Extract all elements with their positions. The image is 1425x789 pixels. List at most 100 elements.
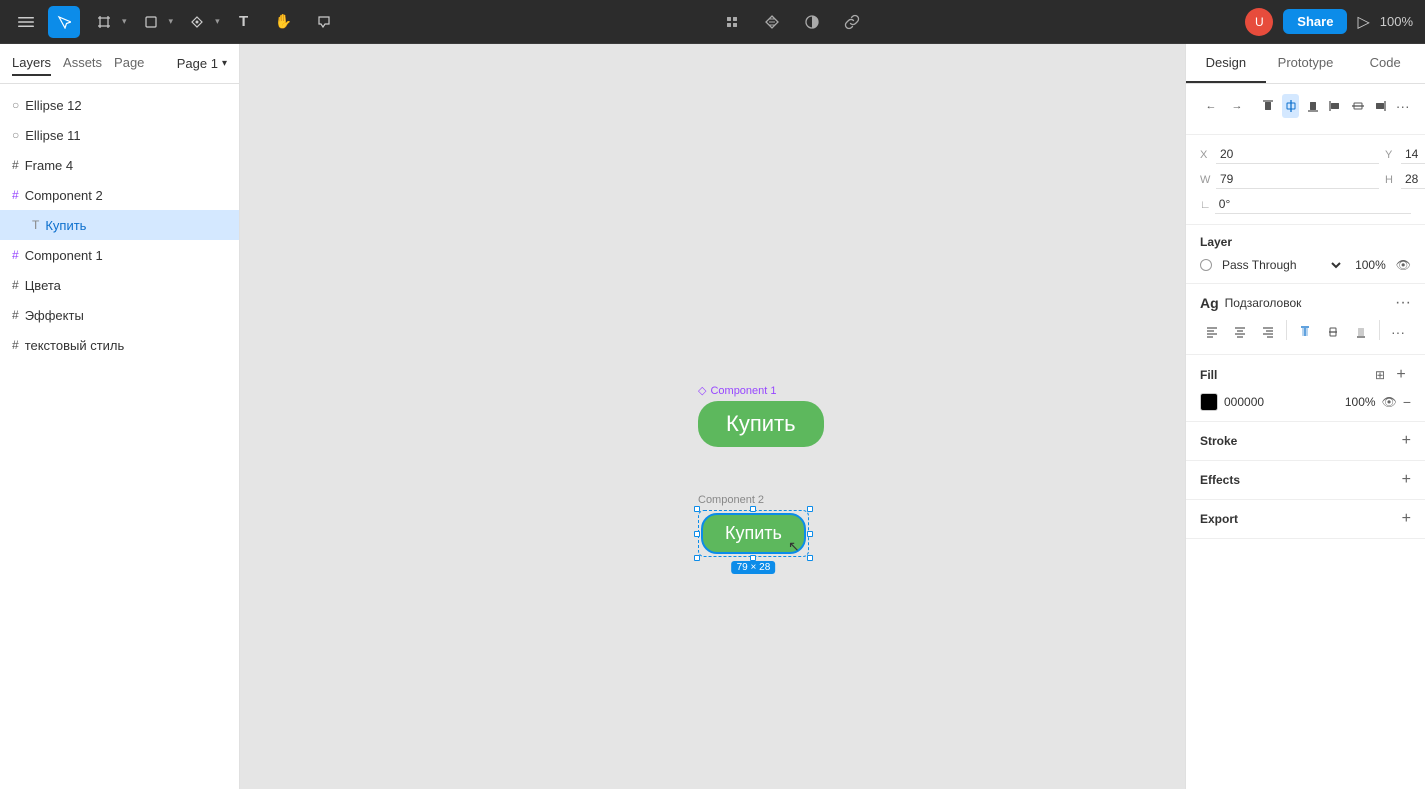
- text-align-right[interactable]: [1256, 320, 1280, 344]
- component2-button[interactable]: Купить: [701, 513, 806, 554]
- page-selector[interactable]: Page 1 ▾: [177, 56, 227, 71]
- y-label: Y: [1385, 149, 1397, 161]
- align-center-h[interactable]: [1282, 94, 1298, 118]
- nav-forward[interactable]: →: [1226, 95, 1248, 117]
- tab-layers[interactable]: Layers: [12, 51, 51, 76]
- fill-color-swatch[interactable]: [1200, 393, 1218, 411]
- layer-section-title: Layer: [1200, 235, 1411, 249]
- h-label: H: [1385, 174, 1397, 186]
- align-right[interactable]: [1372, 94, 1388, 118]
- comment-tool[interactable]: [308, 6, 340, 38]
- pen-tool[interactable]: [181, 6, 213, 38]
- text-align-left[interactable]: [1200, 320, 1224, 344]
- tab-assets[interactable]: Assets: [63, 51, 102, 76]
- link-icon[interactable]: [836, 6, 868, 38]
- component1-button[interactable]: Купить: [698, 401, 824, 447]
- menu-icon[interactable]: [12, 8, 40, 36]
- tab-design[interactable]: Design: [1186, 44, 1266, 83]
- angle-input[interactable]: [1215, 195, 1411, 214]
- fill-remove-button[interactable]: −: [1403, 394, 1411, 410]
- frame-chevron: ▾: [122, 16, 127, 27]
- component1-label: ◇ Component 1: [698, 384, 824, 397]
- tab-page[interactable]: Page: [114, 51, 144, 76]
- typo-separator: [1286, 320, 1287, 340]
- resources-icon[interactable]: [756, 6, 788, 38]
- align-left[interactable]: [1327, 94, 1343, 118]
- fill-row: 000000 100% 👁 −: [1200, 393, 1411, 411]
- x-input[interactable]: [1216, 145, 1379, 164]
- typo-header: Ag Подзаголовок ···: [1200, 294, 1411, 312]
- layer-name: текстовый стиль: [25, 338, 125, 353]
- component-icon: #: [12, 248, 19, 262]
- effects-add-button[interactable]: +: [1402, 471, 1411, 489]
- y-input[interactable]: [1401, 145, 1425, 164]
- layer-item-effekty[interactable]: # Эффекты: [0, 300, 239, 330]
- component2-label: Component 2: [698, 494, 809, 506]
- align-bottom[interactable]: [1305, 94, 1321, 118]
- layer-item-ellipse12[interactable]: ○ Ellipse 12: [0, 90, 239, 120]
- canvas-area[interactable]: ◇ Component 1 Купить Component 2 Купить: [240, 44, 1185, 789]
- text-valign-top[interactable]: [1293, 320, 1317, 344]
- hand-tool[interactable]: ✋: [268, 6, 300, 38]
- layer-item-kupity[interactable]: T Купить: [0, 210, 239, 240]
- fill-visibility-icon[interactable]: 👁: [1382, 395, 1397, 409]
- share-button[interactable]: Share: [1283, 9, 1347, 34]
- frame-tool[interactable]: [88, 6, 120, 38]
- text-align-center[interactable]: [1228, 320, 1252, 344]
- layer-item-textovyi[interactable]: # текстовый стиль: [0, 330, 239, 360]
- handle-bl: [694, 555, 700, 561]
- pen-chevron: ▾: [215, 16, 220, 27]
- effects-title: Effects: [1200, 473, 1240, 487]
- align-middle-v[interactable]: [1350, 94, 1366, 118]
- fill-header: Fill ⊞ +: [1200, 365, 1411, 385]
- component2-inner: Купить 79 × 28: [698, 510, 809, 557]
- text-tool[interactable]: T: [228, 6, 260, 38]
- typo-more-options[interactable]: ···: [1386, 320, 1410, 344]
- rect-tool-group[interactable]: ▾: [135, 6, 174, 38]
- nav-back[interactable]: ←: [1200, 95, 1222, 117]
- layer-item-frame4[interactable]: # Frame 4: [0, 150, 239, 180]
- typo-style-name: Подзаголовок: [1225, 296, 1389, 310]
- text-valign-middle[interactable]: [1321, 320, 1345, 344]
- layer-name: Цвета: [25, 278, 61, 293]
- ellipse-icon: ○: [12, 128, 19, 142]
- contrast-icon[interactable]: [796, 6, 828, 38]
- layer-item-ellipse11[interactable]: ○ Ellipse 11: [0, 120, 239, 150]
- layer-item-component2[interactable]: # Component 2: [0, 180, 239, 210]
- stroke-add-button[interactable]: +: [1402, 432, 1411, 450]
- rect-tool[interactable]: [135, 6, 167, 38]
- export-add-button[interactable]: +: [1402, 510, 1411, 528]
- frame-icon: #: [12, 278, 19, 292]
- play-button[interactable]: ▷: [1357, 12, 1369, 32]
- fill-grid-icon[interactable]: ⊞: [1375, 368, 1385, 382]
- w-input[interactable]: [1216, 170, 1379, 189]
- align-top[interactable]: [1260, 94, 1276, 118]
- select-tool[interactable]: [48, 6, 80, 38]
- stroke-title: Stroke: [1200, 434, 1237, 448]
- align-more[interactable]: ···: [1395, 94, 1411, 118]
- frame-tool-group[interactable]: ▾: [88, 6, 127, 38]
- effects-section: Effects +: [1186, 461, 1425, 500]
- layer-item-component1[interactable]: # Component 1: [0, 240, 239, 270]
- x-field-group: X: [1200, 145, 1379, 164]
- typo-more-icon[interactable]: ···: [1395, 294, 1411, 312]
- export-section: Export +: [1186, 500, 1425, 539]
- visibility-icon[interactable]: 👁: [1396, 258, 1411, 272]
- blend-opacity: 100%: [1350, 258, 1386, 272]
- right-panel: Design Prototype Code ← →: [1185, 44, 1425, 789]
- blend-mode-select[interactable]: Pass Through: [1218, 257, 1344, 273]
- layer-item-cveta[interactable]: # Цвета: [0, 270, 239, 300]
- fill-add-button[interactable]: +: [1391, 365, 1411, 385]
- export-title: Export: [1200, 512, 1238, 526]
- tab-prototype[interactable]: Prototype: [1266, 44, 1346, 83]
- tab-code[interactable]: Code: [1345, 44, 1425, 83]
- rotate-group: ∟: [1200, 195, 1411, 214]
- panel-tabs: Layers Assets Page Page 1 ▾: [0, 44, 239, 84]
- frame-icon: #: [12, 308, 19, 322]
- pen-tool-group[interactable]: ▾: [181, 6, 220, 38]
- h-input[interactable]: [1401, 170, 1425, 189]
- text-valign-bottom[interactable]: [1349, 320, 1373, 344]
- components-icon[interactable]: [716, 6, 748, 38]
- dimension-label: 79 × 28: [732, 561, 776, 574]
- zoom-label[interactable]: 100%: [1380, 14, 1413, 29]
